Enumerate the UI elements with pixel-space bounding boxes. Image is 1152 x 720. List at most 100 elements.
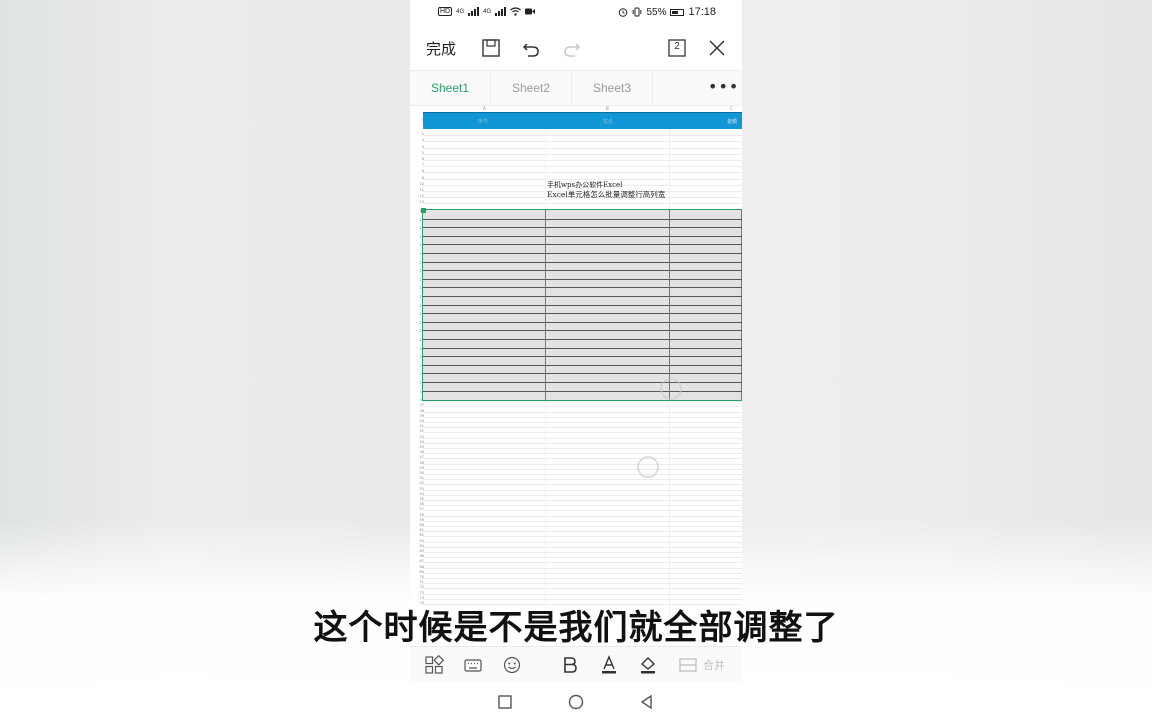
- header-row[interactable]: 序号 姓名 金额: [423, 112, 742, 129]
- row-number[interactable]: 44: [414, 440, 424, 444]
- row-number[interactable]: 10: [414, 182, 424, 186]
- header-cell-b[interactable]: 姓名: [603, 118, 613, 125]
- row-number[interactable]: 51: [414, 476, 424, 480]
- row-number[interactable]: 4: [414, 145, 424, 149]
- row-number[interactable]: 54: [414, 492, 424, 496]
- row-number[interactable]: 37: [414, 403, 424, 407]
- undo-icon[interactable]: [520, 37, 542, 59]
- home-icon[interactable]: [567, 693, 585, 711]
- row-number[interactable]: 63: [414, 539, 424, 543]
- vibrate-icon: [633, 7, 642, 17]
- row-number[interactable]: 57: [414, 507, 424, 511]
- selected-row-line: [423, 373, 742, 375]
- row-number[interactable]: 59: [414, 518, 424, 522]
- redo-icon[interactable]: [561, 37, 583, 59]
- row-number[interactable]: 42: [414, 429, 424, 433]
- row-number[interactable]: 62: [414, 533, 424, 537]
- row-number[interactable]: 9: [414, 176, 424, 180]
- row-number[interactable]: 49: [414, 466, 424, 470]
- more-icon[interactable]: •••: [708, 77, 738, 99]
- row-number[interactable]: 45: [414, 445, 424, 449]
- done-button[interactable]: 完成: [426, 38, 456, 59]
- apps-icon[interactable]: [424, 655, 444, 675]
- row-number[interactable]: 46: [414, 450, 424, 454]
- fill-color-icon[interactable]: [638, 655, 658, 675]
- row-gridline: [423, 484, 742, 486]
- row-number[interactable]: 3: [414, 138, 424, 142]
- row-number[interactable]: 73: [414, 591, 424, 595]
- row-gridline: [423, 593, 742, 595]
- tab-sheet1[interactable]: Sheet1: [410, 71, 491, 106]
- merge-icon[interactable]: [678, 655, 698, 675]
- selection-handle[interactable]: [421, 208, 426, 213]
- row-number[interactable]: 5: [414, 151, 424, 155]
- row-number[interactable]: 43: [414, 435, 424, 439]
- close-icon[interactable]: [706, 37, 728, 59]
- merge-label[interactable]: 合并: [703, 657, 725, 673]
- row-number[interactable]: 60: [414, 523, 424, 527]
- tab-sheet2[interactable]: Sheet2: [491, 71, 572, 106]
- row-gridline: [423, 572, 742, 574]
- row-gridline: [423, 546, 742, 548]
- font-color-icon[interactable]: [599, 655, 619, 675]
- row-number[interactable]: 13: [414, 200, 424, 204]
- selected-row-line: [423, 304, 742, 306]
- row-number[interactable]: 68: [414, 565, 424, 569]
- status-right: 55% 17:18: [618, 6, 716, 18]
- row-number[interactable]: 41: [414, 424, 424, 428]
- row-number[interactable]: 12: [414, 194, 424, 198]
- row-number[interactable]: 65: [414, 549, 424, 553]
- row-number[interactable]: 8: [414, 169, 424, 173]
- row-number[interactable]: 50: [414, 471, 424, 475]
- tab-sheet3[interactable]: Sheet3: [572, 71, 653, 106]
- row-gridline: [423, 406, 742, 408]
- row-number[interactable]: 61: [414, 528, 424, 532]
- row-number[interactable]: 69: [414, 570, 424, 574]
- row-gridline: [423, 160, 742, 161]
- row-number[interactable]: 66: [414, 554, 424, 558]
- row-number[interactable]: 6: [414, 157, 424, 161]
- row-number[interactable]: 58: [414, 513, 424, 517]
- back-icon[interactable]: [638, 693, 656, 711]
- row-number[interactable]: 53: [414, 487, 424, 491]
- keyboard-icon[interactable]: [463, 655, 483, 675]
- row-gridline: [423, 510, 742, 512]
- row-number[interactable]: 71: [414, 580, 424, 584]
- row-number[interactable]: 2: [414, 132, 424, 136]
- window-switch-button[interactable]: 2: [666, 37, 688, 59]
- top-toolbar: 完成 2: [410, 28, 742, 68]
- header-cell-a[interactable]: 序号: [478, 118, 488, 125]
- row-number[interactable]: 52: [414, 481, 424, 485]
- bold-icon[interactable]: [560, 655, 580, 675]
- row-number[interactable]: 56: [414, 502, 424, 506]
- row-number[interactable]: 67: [414, 559, 424, 563]
- row-number[interactable]: 55: [414, 497, 424, 501]
- row-gridline: [423, 135, 742, 137]
- row-number[interactable]: 47: [414, 455, 424, 459]
- row-number[interactable]: 7: [414, 163, 424, 167]
- signal-icon: [468, 7, 480, 16]
- spreadsheet-grid[interactable]: A B C 序号 姓名 金额 2345678910111213141516171…: [410, 106, 742, 646]
- recents-icon[interactable]: [496, 693, 514, 711]
- row-number[interactable]: 40: [414, 419, 424, 423]
- row-gridline: [423, 442, 742, 444]
- save-icon[interactable]: [480, 37, 502, 59]
- selected-range[interactable]: [421, 208, 742, 401]
- row-number[interactable]: 72: [414, 585, 424, 589]
- header-cell-c[interactable]: 金额: [727, 118, 737, 125]
- row-number[interactable]: 38: [414, 409, 424, 413]
- emoji-icon[interactable]: [502, 655, 522, 675]
- row-gridline: [423, 536, 742, 538]
- row-number[interactable]: 48: [414, 461, 424, 465]
- row-number[interactable]: 64: [414, 544, 424, 548]
- row-number[interactable]: 1: [414, 118, 424, 122]
- row-gridline: [423, 427, 742, 429]
- row-number[interactable]: 39: [414, 414, 424, 418]
- sheet-title-line2[interactable]: Excel单元格怎么批量调整行高列宽: [547, 189, 665, 200]
- row-number[interactable]: 70: [414, 575, 424, 579]
- video-subtitle: 这个时候是不是我们就全部调整了: [313, 608, 839, 648]
- row-gridline: [423, 520, 742, 522]
- status-bar: HD 4G 4G 55% 17:18: [410, 0, 742, 26]
- row-gridline: [423, 500, 742, 501]
- row-number[interactable]: 11: [414, 188, 424, 192]
